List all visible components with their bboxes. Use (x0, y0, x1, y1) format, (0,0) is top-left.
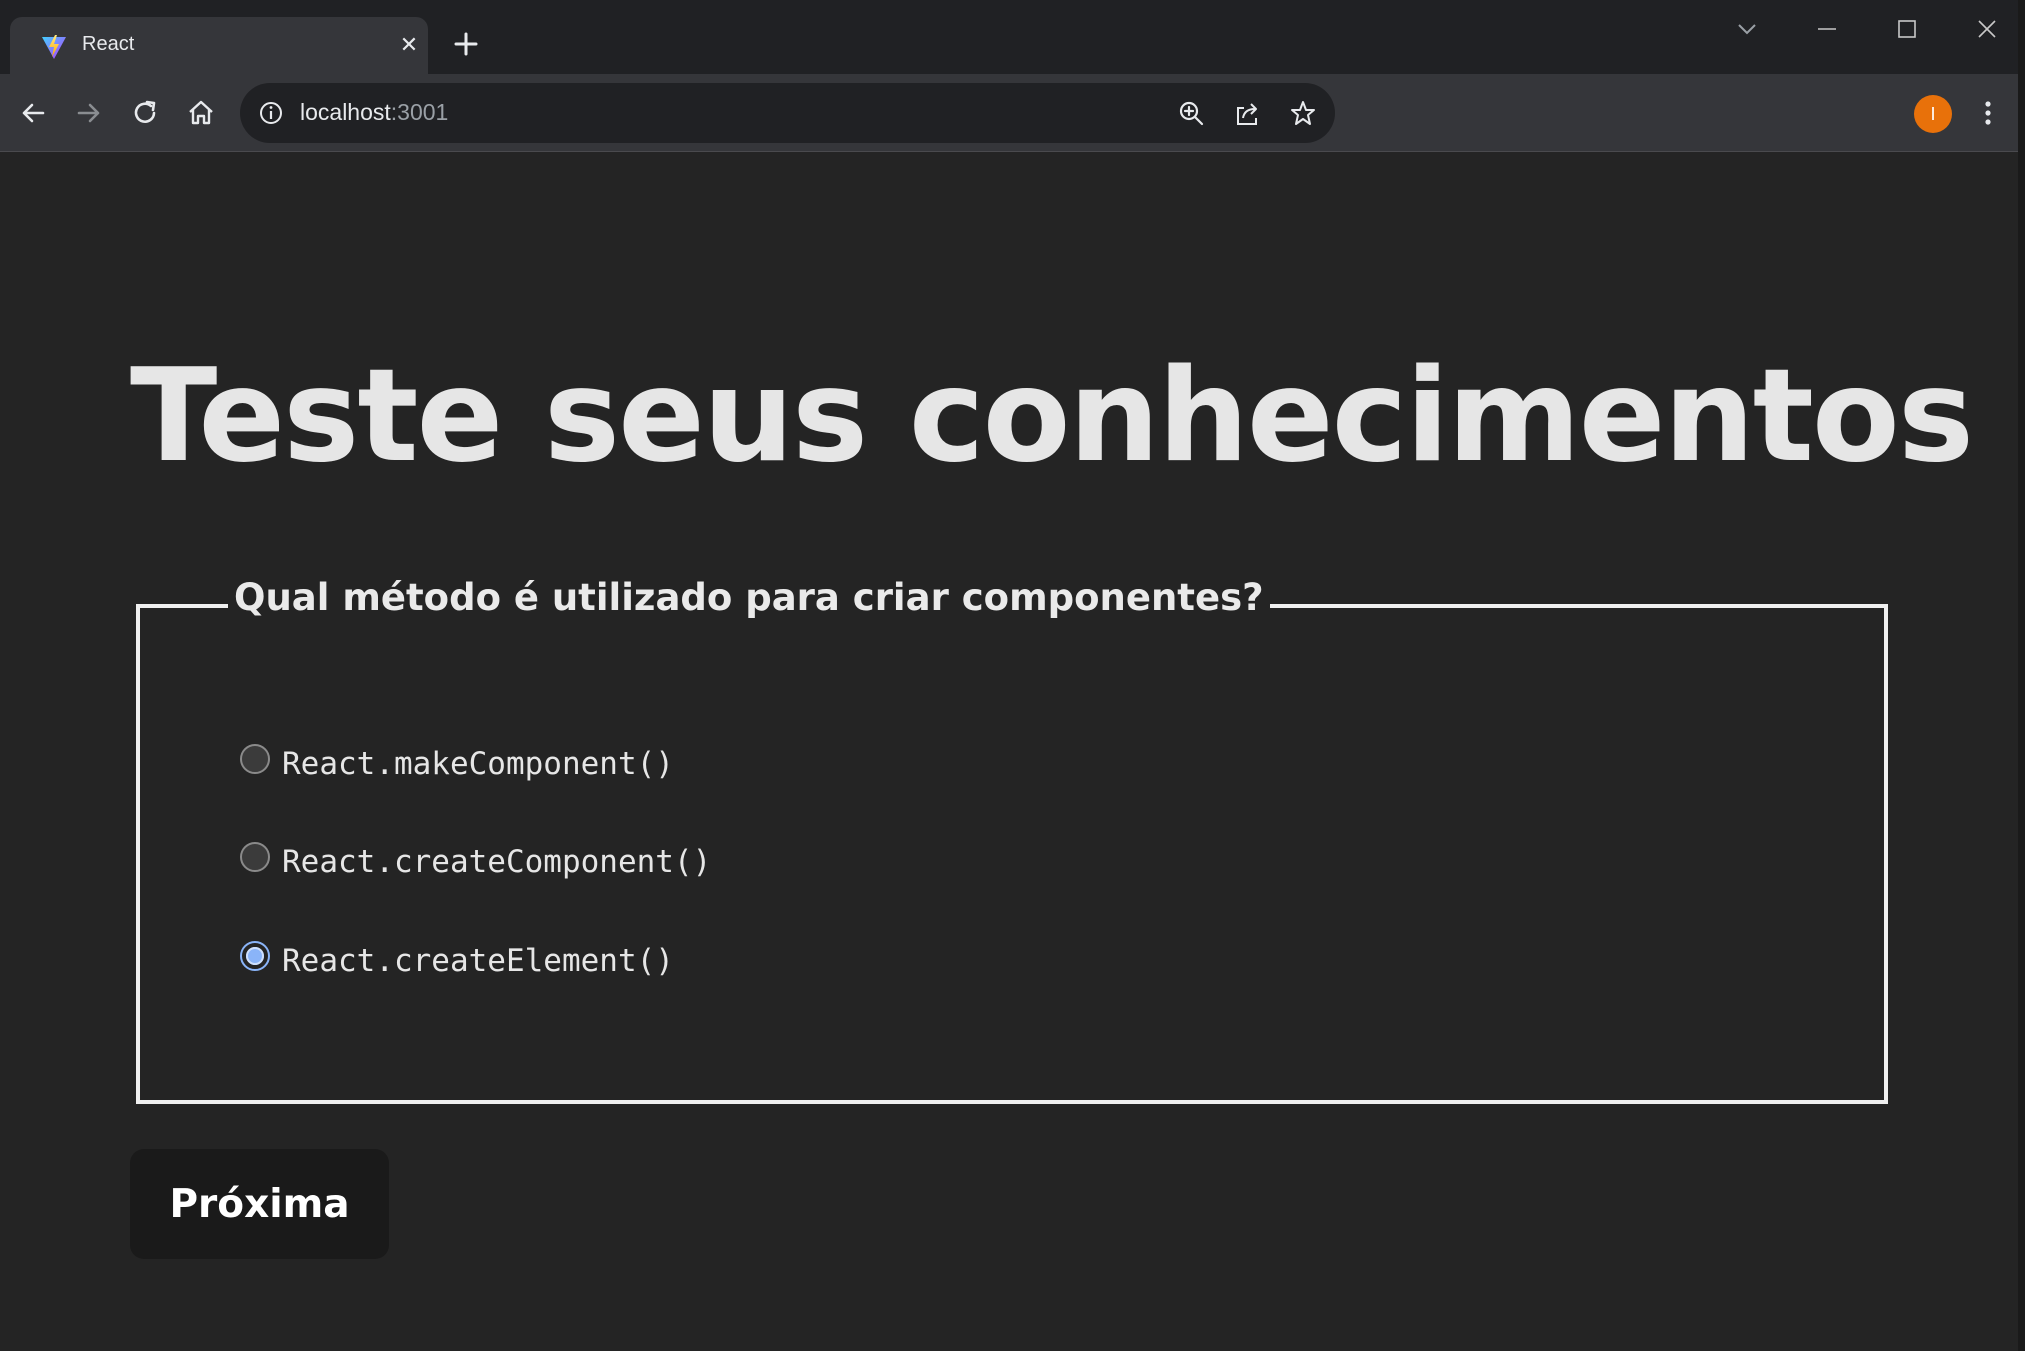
option-create-element[interactable]: React.createElement() (240, 941, 674, 981)
radio-button-selected[interactable] (240, 941, 270, 971)
close-window-icon[interactable] (1972, 14, 2002, 44)
address-url[interactable]: localhost:3001 (300, 99, 448, 126)
more-menu-icon[interactable] (1976, 96, 2000, 130)
question-legend: Qual método é utilizado para criar compo… (228, 576, 1270, 619)
option-label: React.makeComponent() (282, 746, 674, 782)
zoom-icon[interactable] (1177, 99, 1205, 127)
tab-title: React (82, 33, 135, 55)
option-create-component[interactable]: React.createComponent() (240, 842, 711, 882)
profile-avatar[interactable]: I (1914, 95, 1952, 133)
next-button[interactable]: Próxima (130, 1149, 389, 1259)
option-label: React.createElement() (282, 943, 674, 979)
tab-react[interactable]: React ✕ (10, 17, 428, 74)
window-edge (2018, 0, 2025, 1351)
option-label: React.createComponent() (282, 844, 712, 880)
tab-search-chevron-icon[interactable] (1732, 14, 1762, 44)
back-arrow-icon[interactable] (17, 97, 49, 129)
new-tab-icon[interactable] (452, 30, 480, 58)
home-icon[interactable] (185, 97, 217, 129)
forward-arrow-icon[interactable] (73, 97, 105, 129)
share-icon[interactable] (1233, 99, 1261, 127)
site-info-icon[interactable] (258, 100, 284, 126)
browser-window: React ✕ localhost:3001 I Teste seus conh… (0, 0, 2025, 1351)
question-fieldset: Qual método é utilizado para criar compo… (136, 576, 1888, 1104)
address-bar[interactable]: localhost:3001 (240, 83, 1335, 143)
maximize-icon[interactable] (1892, 14, 1922, 44)
browser-toolbar: localhost:3001 I (0, 74, 2025, 152)
page-title: Teste seus conhecimentos (130, 342, 1974, 491)
reload-icon[interactable] (129, 97, 161, 129)
tab-strip: React ✕ (0, 0, 2025, 74)
url-host: localhost (300, 99, 391, 125)
page-content: Teste seus conhecimentos Qual método é u… (0, 152, 2025, 1351)
url-port: :3001 (390, 99, 449, 125)
radio-button[interactable] (240, 744, 270, 774)
radio-button[interactable] (240, 842, 270, 872)
bookmark-star-icon[interactable] (1289, 99, 1317, 127)
option-make-component[interactable]: React.makeComponent() (240, 744, 674, 784)
tab-close-icon[interactable]: ✕ (396, 33, 422, 59)
vite-favicon-icon (42, 35, 66, 59)
minimize-icon[interactable] (1812, 14, 1842, 44)
